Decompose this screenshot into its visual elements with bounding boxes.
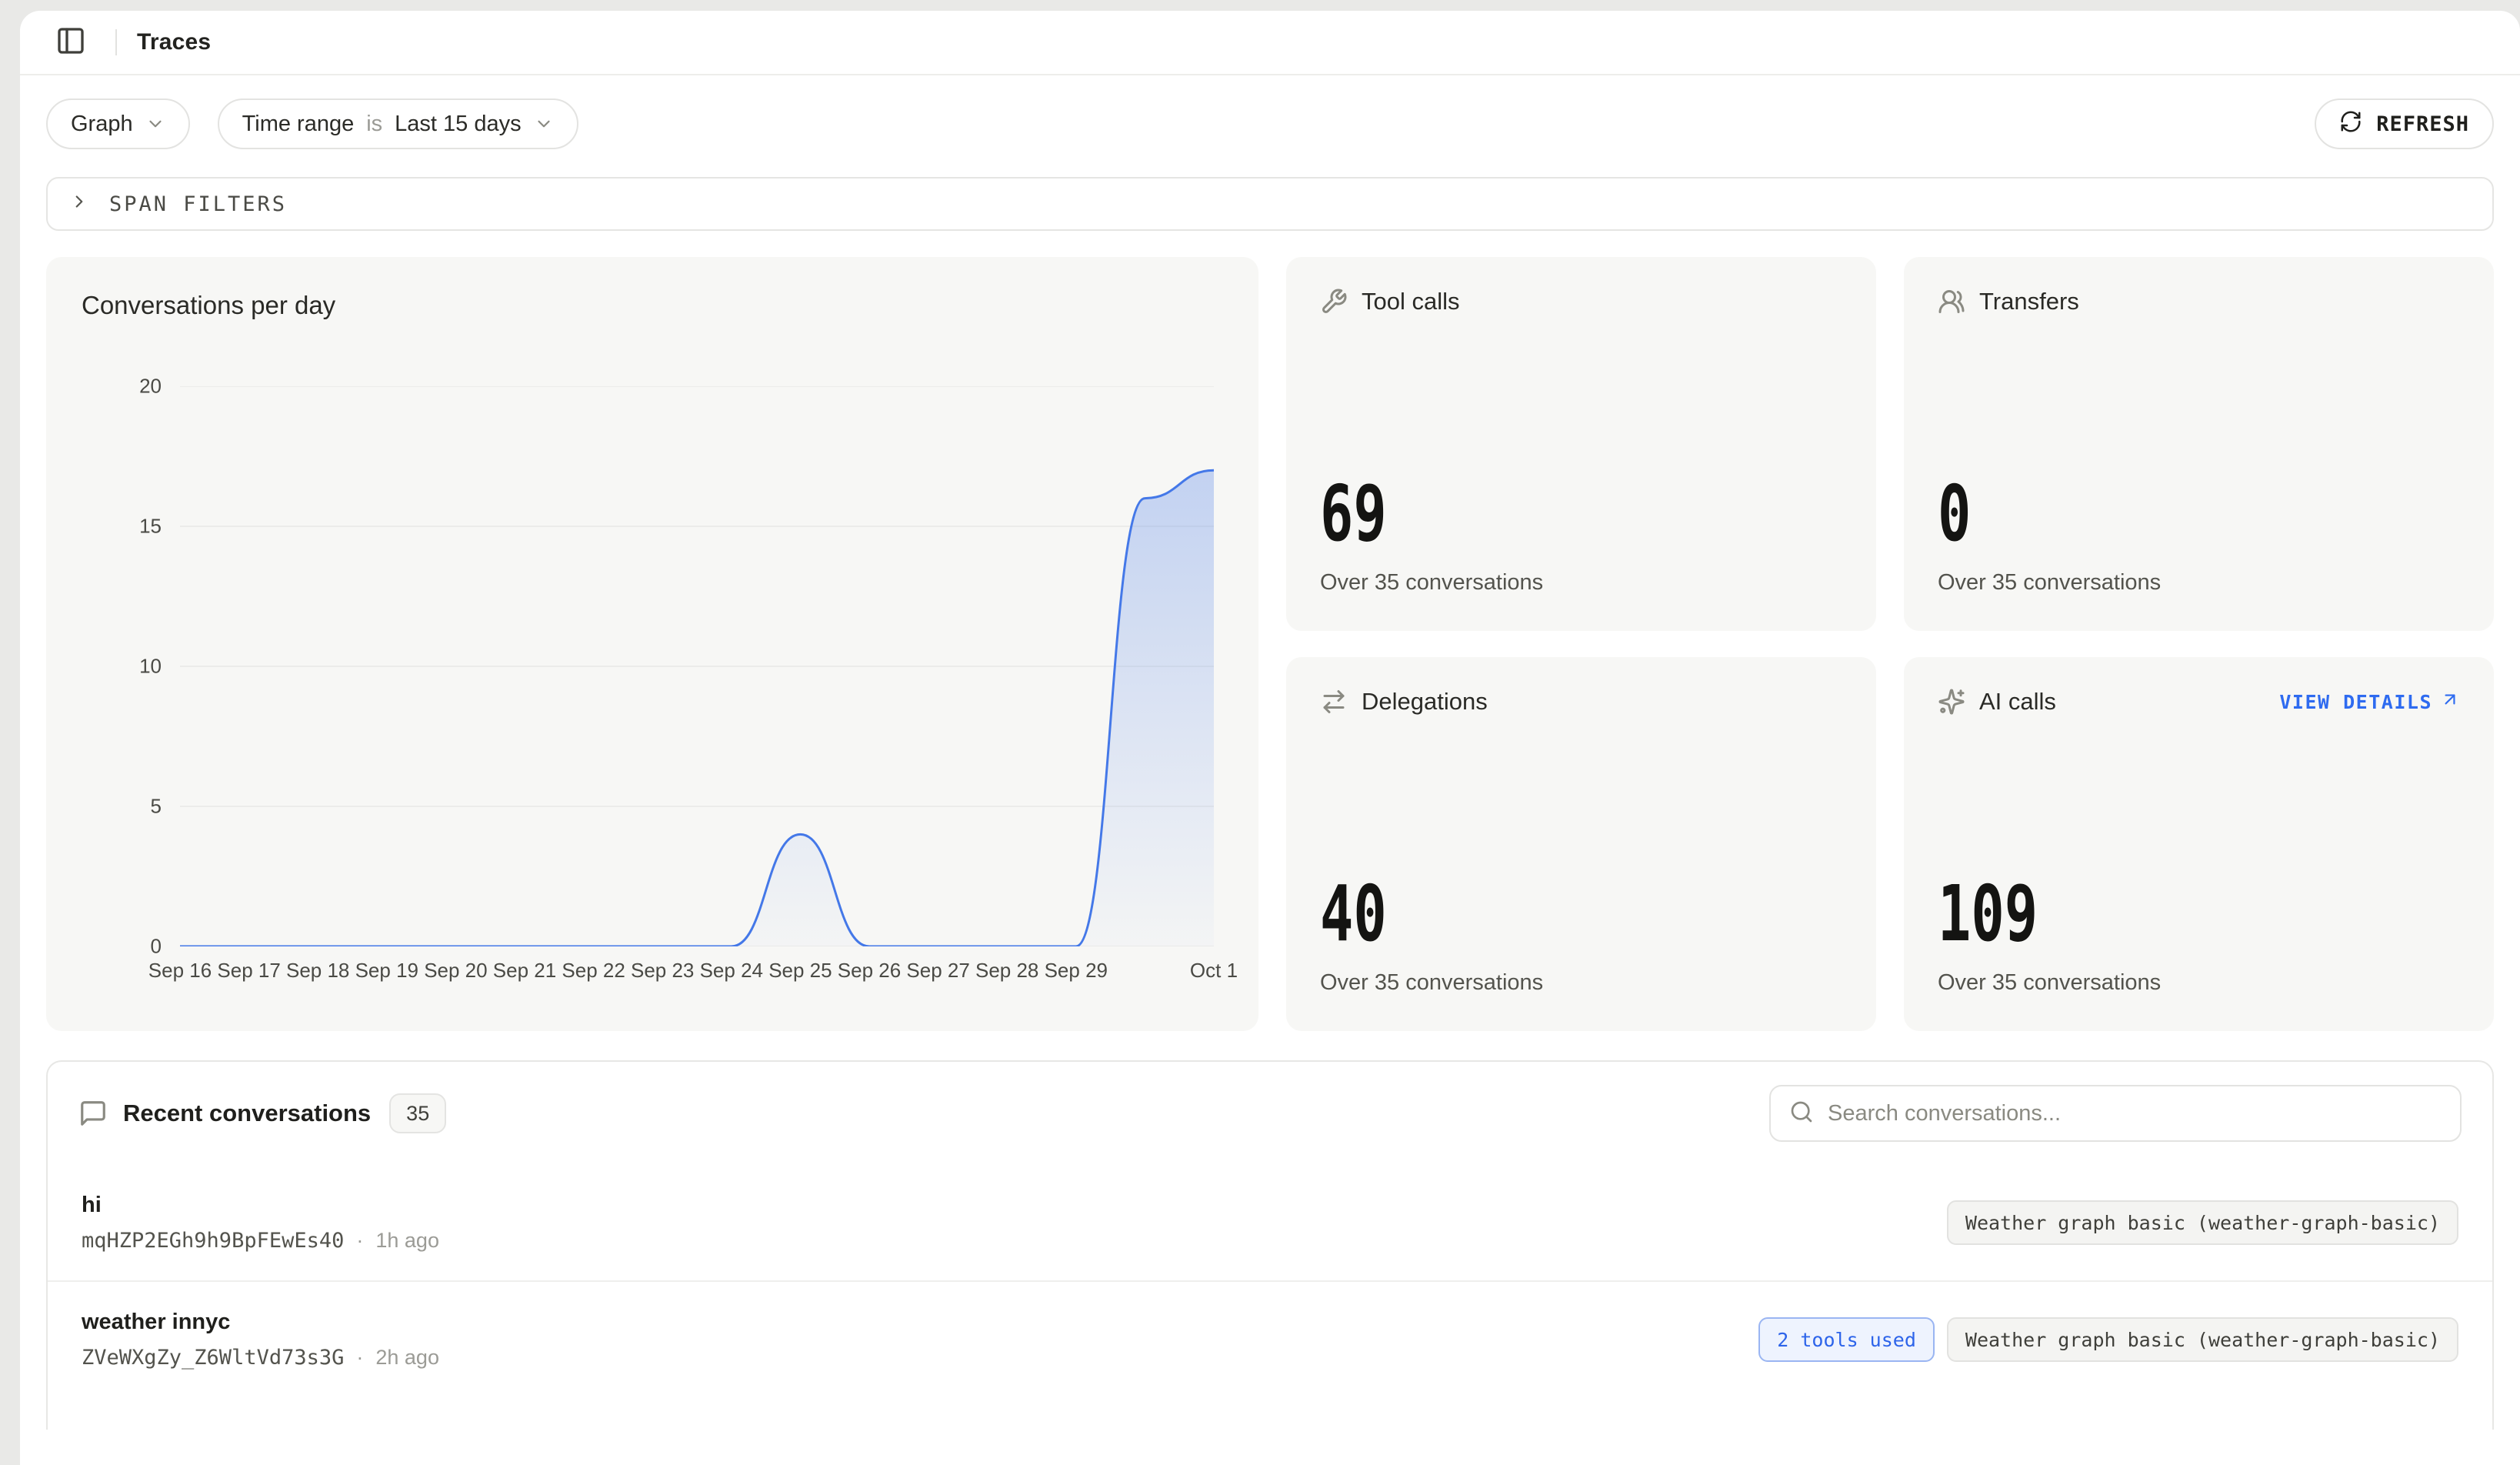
chart-title: Conversations per day [82,291,1223,320]
message-square-icon [78,1099,108,1128]
view-mode-label: Graph [71,112,133,137]
conversation-row[interactable]: weather innyc ZVeWXgZy_Z6WltVd73s3G · 2h… [48,1280,2492,1397]
conversation-time: 2h ago [375,1346,439,1370]
area-chart [180,386,1214,946]
search-box[interactable] [1769,1085,2462,1142]
time-range-value: Last 15 days [395,112,521,137]
stat-subtitle: Over 35 conversations [1938,570,2460,596]
time-range-field-label: Time range [242,112,355,137]
page-title: Traces [137,29,211,55]
conversation-time: 1h ago [375,1229,439,1253]
x-axis-tick: Sep 24 [700,959,763,983]
time-range-operator: is [366,112,382,137]
time-range-filter[interactable]: Time range is Last 15 days [218,98,578,149]
tools-used-badge: 2 tools used [1758,1317,1935,1362]
stat-value: 40 [1320,879,1696,949]
x-axis-tick: Sep 22 [562,959,625,983]
stat-value: 69 [1320,479,1696,549]
y-axis-tick: 15 [92,515,162,539]
x-axis-tick: Sep 23 [631,959,694,983]
recent-conversations-title: Recent conversations [123,1100,371,1127]
x-axis-tick: Sep 27 [906,959,969,983]
conversation-count-badge: 35 [389,1093,446,1133]
agent-badge: Weather graph basic (weather-graph-basic… [1947,1317,2458,1362]
conversation-title: hi [82,1193,439,1218]
chevron-down-icon [145,114,165,134]
agent-badge: Weather graph basic (weather-graph-basic… [1947,1200,2458,1245]
y-axis-tick: 10 [92,655,162,679]
search-icon [1789,1100,1814,1128]
top-bar: Traces [20,11,2520,75]
refresh-label: REFRESH [2376,112,2469,136]
chevron-right-icon [69,192,89,217]
chevron-down-icon [534,114,554,134]
stat-card: Tool calls 69 Over 35 conversations [1286,257,1876,631]
meta-separator: · [356,1229,363,1253]
recent-conversations-header: Recent conversations 35 [48,1062,2492,1165]
x-axis-tick: Sep 16 [148,959,212,983]
panel-left-icon [55,25,86,60]
x-axis-tick: Sep 29 [1045,959,1108,983]
main-panel: Traces Graph Time range is Last 15 days … [20,11,2520,1465]
toolbar: Graph Time range is Last 15 days REFRESH [46,98,2494,149]
conversation-badges: 2 tools used Weather graph basic (weather… [1758,1317,2458,1362]
search-input[interactable] [1828,1101,2442,1126]
conversations-chart-card: Conversations per day 05101520 Sep 16Sep… [46,257,1258,1031]
chart-x-axis: Sep 16Sep 17Sep 18Sep 19Sep 20Sep 21Sep … [180,959,1214,989]
conversation-list: hi mqHZP2EGh9h9BpFEwEs40 · 1h ago Weathe… [48,1165,2492,1397]
stat-value: 109 [1938,879,2314,949]
stat-subtitle: Over 35 conversations [1938,970,2460,996]
y-axis-tick: 20 [92,375,162,399]
x-axis-tick: Sep 19 [355,959,418,983]
x-axis-tick: Sep 17 [217,959,280,983]
header-divider [115,29,117,55]
users-icon [1938,288,1965,315]
conversation-row[interactable]: hi mqHZP2EGh9h9BpFEwEs40 · 1h ago Weathe… [48,1165,2492,1280]
stat-card: Transfers 0 Over 35 conversations [1904,257,2494,631]
stat-subtitle: Over 35 conversations [1320,970,1842,996]
conversation-title: weather innyc [82,1310,439,1335]
meta-separator: · [356,1346,363,1370]
y-axis-tick: 5 [92,795,162,819]
x-axis-tick: Sep 18 [286,959,349,983]
stat-value: 0 [1938,479,2314,549]
arrows-swap-icon [1320,688,1348,716]
conversation-badges: Weather graph basic (weather-graph-basic… [1947,1200,2458,1245]
refresh-icon [2339,110,2362,138]
dashboard-grid: Conversations per day 05101520 Sep 16Sep… [46,257,2494,1031]
x-axis-tick: Sep 25 [768,959,832,983]
wrench-icon [1320,288,1348,315]
recent-conversations-card: Recent conversations 35 hi mqHZP2EGh9h9B… [46,1060,2494,1430]
x-axis-tick: Sep 21 [493,959,556,983]
x-axis-tick: Sep 20 [424,959,487,983]
view-mode-dropdown[interactable]: Graph [46,98,190,149]
span-filters-toggle[interactable]: SPAN FILTERS [46,177,2494,231]
arrow-up-right-icon [2440,689,2460,714]
stat-card: AI calls VIEW DETAILS 109 Over 35 conver… [1904,657,2494,1031]
y-axis-tick: 0 [92,935,162,959]
x-axis-tick: Oct 1 [1190,959,1238,983]
sidebar-toggle-button[interactable] [46,18,95,67]
refresh-button[interactable]: REFRESH [2315,98,2494,149]
span-filters-label: SPAN FILTERS [109,192,287,216]
x-axis-tick: Sep 26 [838,959,901,983]
conversations-chart: 05101520 [180,386,1214,946]
x-axis-tick: Sep 28 [975,959,1038,983]
stat-subtitle: Over 35 conversations [1320,570,1842,596]
conversation-id: ZVeWXgZy_Z6WltVd73s3G [82,1346,344,1370]
sparkles-icon [1938,688,1965,716]
conversation-id: mqHZP2EGh9h9BpFEwEs40 [82,1229,344,1253]
stat-card: Delegations 40 Over 35 conversations [1286,657,1876,1031]
view-details-link[interactable]: VIEW DETAILS [2279,689,2460,714]
